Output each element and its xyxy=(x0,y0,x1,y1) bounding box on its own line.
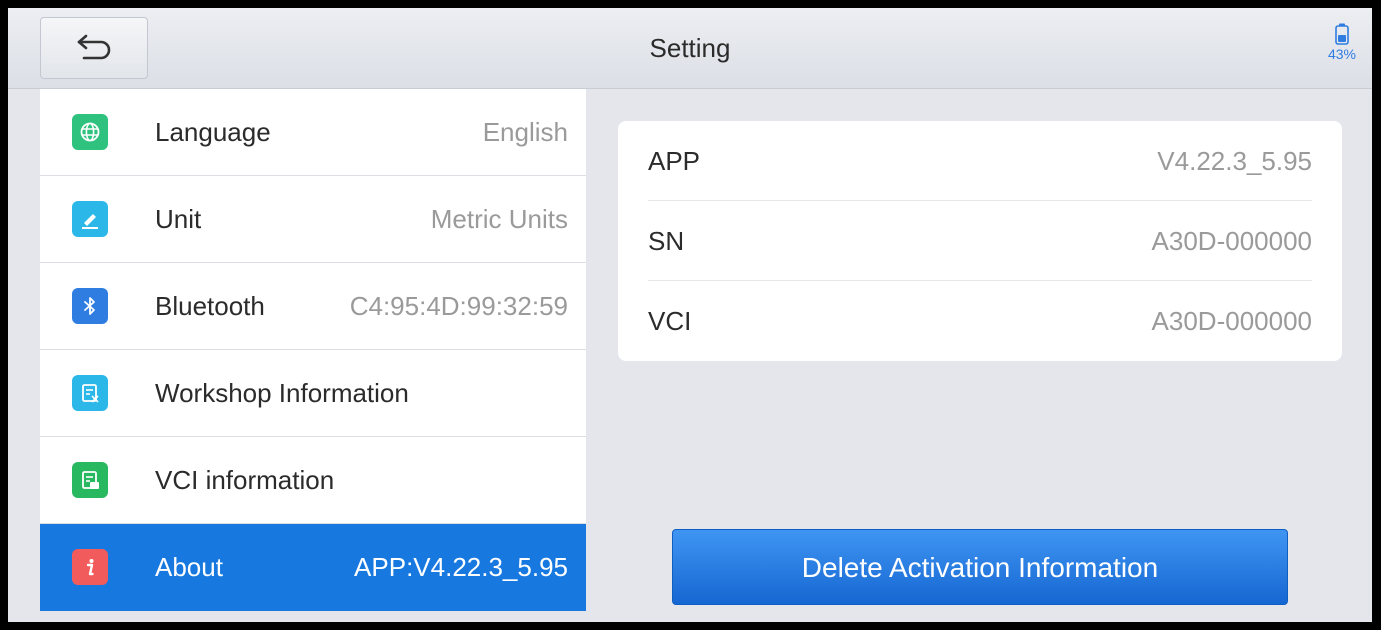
info-key: SN xyxy=(648,226,685,256)
menu-item-value: Metric Units xyxy=(430,204,568,234)
settings-screen: Setting 43% Language English Unit Metric… xyxy=(8,8,1372,622)
info-row-app: APP V4.22.3_5.95 xyxy=(618,121,1342,201)
info-key: VCI xyxy=(648,306,692,336)
battery-icon xyxy=(1335,23,1349,45)
globe-icon xyxy=(72,114,108,150)
menu-item-label: VCI information xyxy=(155,465,335,495)
about-info-card: APP V4.22.3_5.95 SN A30D-000000 VCI A30D… xyxy=(618,121,1342,361)
info-key: APP xyxy=(648,146,701,176)
menu-item-value: English xyxy=(482,117,568,147)
menu-item-vci-information[interactable]: VCI information xyxy=(40,437,586,524)
battery-indicator: 43% xyxy=(1322,23,1362,62)
menu-item-language[interactable]: Language English xyxy=(40,89,586,176)
page-title: Setting xyxy=(649,33,731,63)
menu-item-unit[interactable]: Unit Metric Units xyxy=(40,176,586,263)
menu-item-label: Bluetooth xyxy=(155,291,265,321)
menu-item-bluetooth[interactable]: Bluetooth C4:95:4D:99:32:59 xyxy=(40,263,586,350)
menu-item-label: Unit xyxy=(155,204,202,234)
menu-item-label: Language xyxy=(155,117,271,147)
vci-document-icon xyxy=(72,462,108,498)
info-value: V4.22.3_5.95 xyxy=(1157,146,1312,176)
ruler-pen-icon xyxy=(72,201,108,237)
top-bar: Setting 43% xyxy=(8,8,1372,89)
menu-item-workshop-information[interactable]: Workshop Information xyxy=(40,350,586,437)
menu-item-value: APP:V4.22.3_5.95 xyxy=(354,552,568,582)
menu-item-value: C4:95:4D:99:32:59 xyxy=(349,291,568,321)
info-row-vci: VCI A30D-000000 xyxy=(618,281,1342,361)
info-value: A30D-000000 xyxy=(1151,306,1312,336)
menu-item-label: About xyxy=(155,552,223,582)
menu-item-about[interactable]: About APP:V4.22.3_5.95 xyxy=(40,524,586,611)
info-icon xyxy=(72,549,108,585)
document-icon xyxy=(72,375,108,411)
battery-percent: 43% xyxy=(1327,46,1357,62)
info-value: A30D-000000 xyxy=(1151,226,1312,256)
menu-item-label: Workshop Information xyxy=(155,378,409,408)
info-row-sn: SN A30D-000000 xyxy=(618,201,1342,281)
delete-activation-button[interactable]: Delete Activation Information xyxy=(672,529,1288,605)
settings-menu: Language English Unit Metric Units Bluet… xyxy=(8,89,586,622)
bluetooth-icon xyxy=(72,288,108,324)
